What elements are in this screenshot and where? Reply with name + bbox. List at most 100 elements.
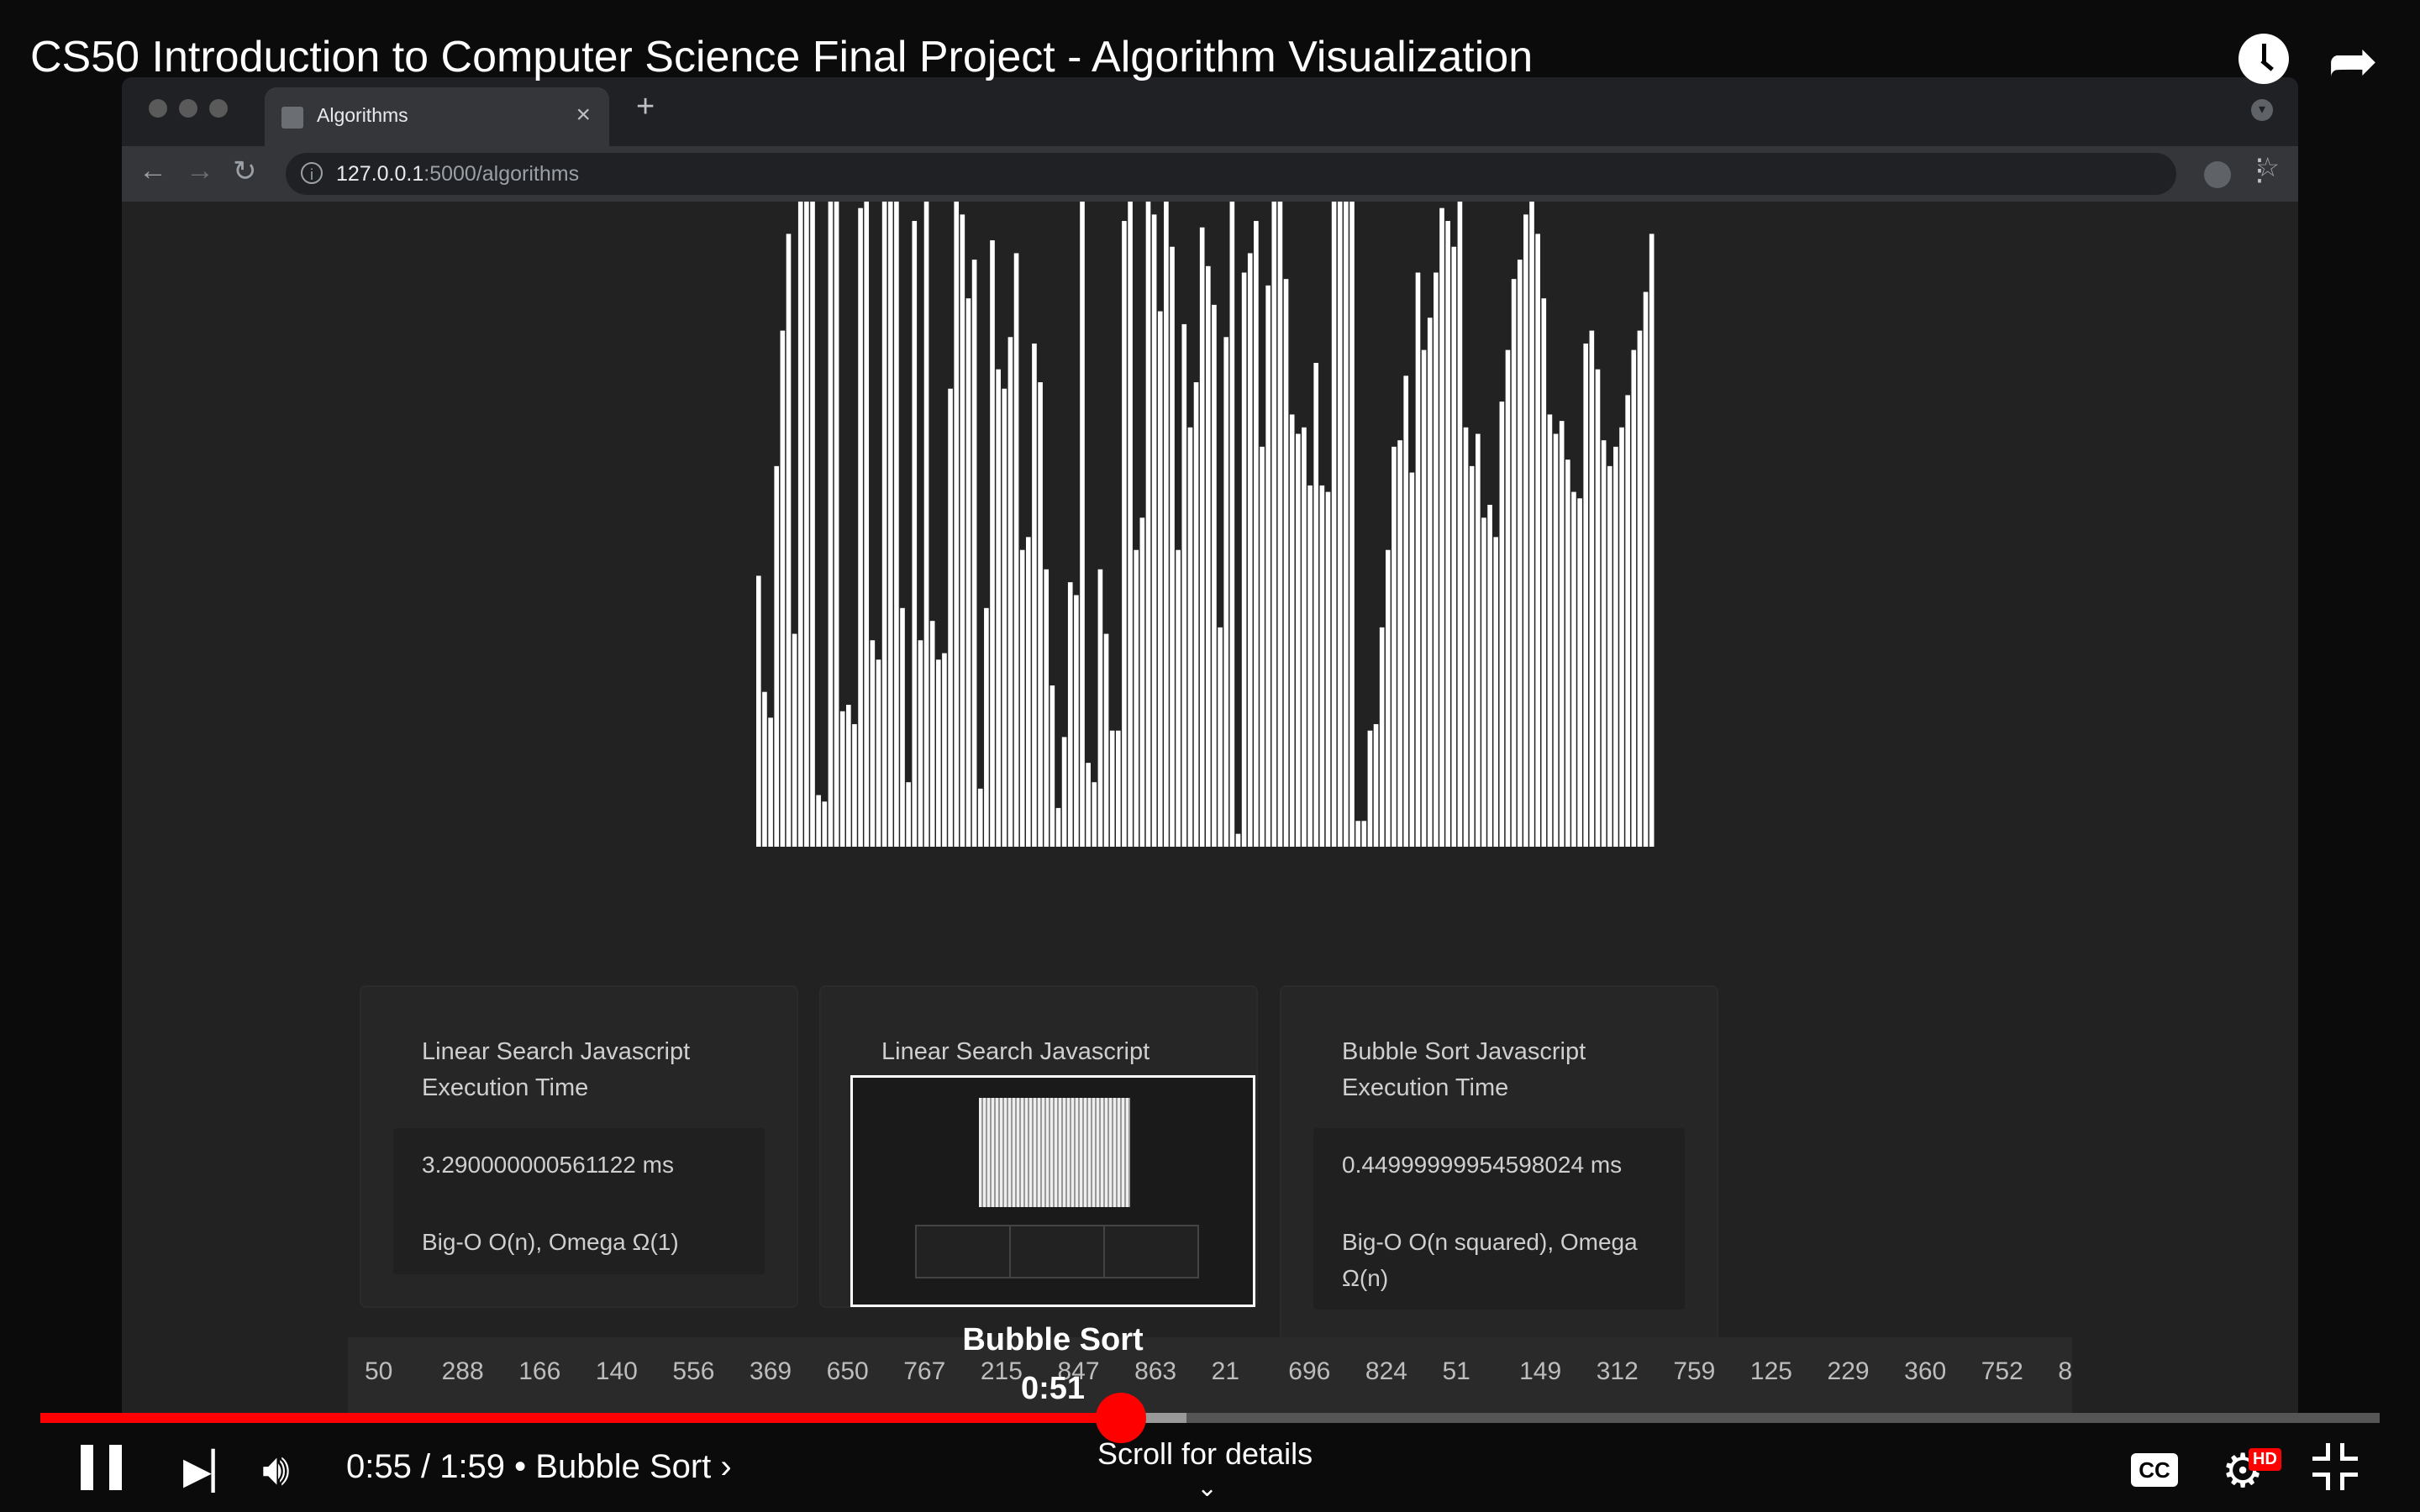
- array-bar: [1601, 440, 1607, 847]
- array-bar: [1157, 311, 1163, 847]
- preview-timestamp: 0:51: [1020, 1371, 1086, 1406]
- array-bar: [834, 202, 839, 847]
- array-number: 125: [1749, 1357, 1792, 1385]
- browser-menu-icon[interactable]: ⋮: [2244, 155, 2275, 185]
- array-bar: [1229, 202, 1235, 847]
- array-bar: [1553, 433, 1559, 847]
- array-bar: [1313, 363, 1319, 847]
- array-bar: [858, 207, 863, 847]
- array-bar: [1361, 821, 1367, 847]
- array-bar: [1344, 202, 1349, 847]
- array-bar: [1631, 349, 1637, 847]
- array-bar: [1206, 265, 1211, 847]
- timecode-chapter[interactable]: 0:55 / 1:59 • Bubble Sort ›: [346, 1448, 732, 1486]
- window-close-dot[interactable]: [149, 99, 167, 118]
- array-bar: [1170, 246, 1175, 847]
- array-bar: [1505, 349, 1511, 847]
- array-bar: [1097, 569, 1103, 847]
- array-bar: [1007, 337, 1013, 847]
- share-icon[interactable]: ➦: [2328, 25, 2378, 96]
- array-bar: [936, 659, 941, 847]
- array-number: 50: [365, 1357, 393, 1385]
- chevron-down-icon[interactable]: ⌄: [1197, 1473, 1218, 1503]
- array-bar: [1271, 202, 1277, 847]
- url-text: 127.0.0.1:5000/algorithms: [336, 162, 579, 186]
- preview-bars: [979, 1098, 1130, 1207]
- array-bar: [1247, 253, 1253, 847]
- array-bar: [960, 214, 965, 847]
- card-result-box: 3.290000000561122 ms Big-O O(n), Omega Ω…: [393, 1128, 765, 1274]
- array-bar: [797, 202, 803, 847]
- window-minimize-dot[interactable]: [179, 99, 197, 118]
- array-bar: [1050, 685, 1055, 847]
- array-bar: [1307, 485, 1313, 847]
- window-zoom-dot[interactable]: [209, 99, 228, 118]
- array-bar: [852, 724, 857, 847]
- array-bar: [912, 221, 918, 847]
- array-bar: [1463, 427, 1469, 847]
- array-bar: [1589, 330, 1595, 847]
- array-bar: [1223, 337, 1229, 847]
- next-icon[interactable]: ▶▏: [183, 1450, 240, 1493]
- address-bar[interactable]: i 127.0.0.1:5000/algorithms: [286, 153, 2176, 195]
- array-bar: [1476, 433, 1481, 847]
- array-bar: [1080, 202, 1085, 847]
- array-bar: [1337, 202, 1343, 847]
- captions-icon[interactable]: CC: [2131, 1453, 2178, 1487]
- execution-time-card-3: Bubble Sort Javascript Execution Time 0.…: [1281, 987, 1717, 1340]
- tab-close-icon[interactable]: ×: [576, 101, 591, 129]
- video-frame[interactable]: Algorithms × + ▾ ← → ↻ i 127.0.0.1:5000/…: [0, 0, 2420, 1512]
- array-bar: [990, 240, 995, 847]
- pause-icon[interactable]: [81, 1445, 123, 1490]
- array-bar: [756, 575, 761, 847]
- exit-fullscreen-icon[interactable]: [2312, 1443, 2358, 1490]
- card-result-box: 0.44999999954598024 ms Big-O O(n squared…: [1313, 1128, 1685, 1310]
- array-bar: [954, 202, 960, 847]
- array-number: 140: [595, 1357, 638, 1385]
- array-bar: [1403, 375, 1409, 847]
- array-bar: [1643, 291, 1649, 847]
- array-bar: [948, 388, 953, 847]
- hd-badge: HD: [2249, 1448, 2281, 1471]
- array-bar: [1511, 279, 1517, 847]
- array-bar: [1541, 298, 1547, 847]
- array-bar: [1038, 382, 1043, 847]
- preview-card: [1009, 1225, 1105, 1278]
- array-bar: [1565, 459, 1570, 847]
- new-tab-icon[interactable]: +: [636, 89, 655, 125]
- tab-search-icon[interactable]: ▾: [2251, 99, 2273, 121]
- array-bar: [1649, 234, 1655, 847]
- video-title[interactable]: CS50 Introduction to Computer Science Fi…: [30, 32, 1533, 82]
- array-bar: [1469, 465, 1475, 847]
- array-bar: [1145, 202, 1151, 847]
- reload-icon[interactable]: ↻: [233, 155, 257, 188]
- array-bar: [1595, 369, 1601, 847]
- array-bar: [984, 607, 989, 847]
- array-bar: [804, 202, 809, 847]
- site-info-icon[interactable]: i: [301, 162, 323, 184]
- volume-icon[interactable]: 🔊︎: [262, 1445, 290, 1496]
- array-bar: [1013, 253, 1019, 847]
- array-bar: [1457, 202, 1463, 847]
- array-bar: [1103, 633, 1109, 847]
- watch-later-icon[interactable]: [2238, 34, 2289, 84]
- array-bar: [918, 640, 923, 847]
- back-icon[interactable]: ←: [139, 155, 167, 187]
- array-bar: [1187, 427, 1193, 847]
- array-bar: [1109, 730, 1115, 847]
- browser-tab[interactable]: Algorithms ×: [265, 87, 609, 146]
- array-bar: [846, 705, 851, 847]
- card-execution-time: 3.290000000561122 ms: [422, 1152, 674, 1178]
- array-bar: [1212, 304, 1217, 847]
- forward-icon[interactable]: →: [186, 155, 214, 187]
- progress-bar[interactable]: [40, 1413, 2380, 1423]
- profile-avatar-icon[interactable]: [2204, 161, 2231, 188]
- array-bar: [1055, 807, 1061, 847]
- array-number: 229: [1827, 1357, 1870, 1385]
- array-bar: [1355, 821, 1360, 847]
- array-bar: [1134, 549, 1139, 847]
- scroll-for-details[interactable]: Scroll for details: [1097, 1436, 1313, 1472]
- card-execution-time: 0.44999999954598024 ms: [1342, 1152, 1623, 1178]
- array-bar: [1349, 202, 1355, 847]
- sorting-bars-visualization: [756, 202, 1655, 847]
